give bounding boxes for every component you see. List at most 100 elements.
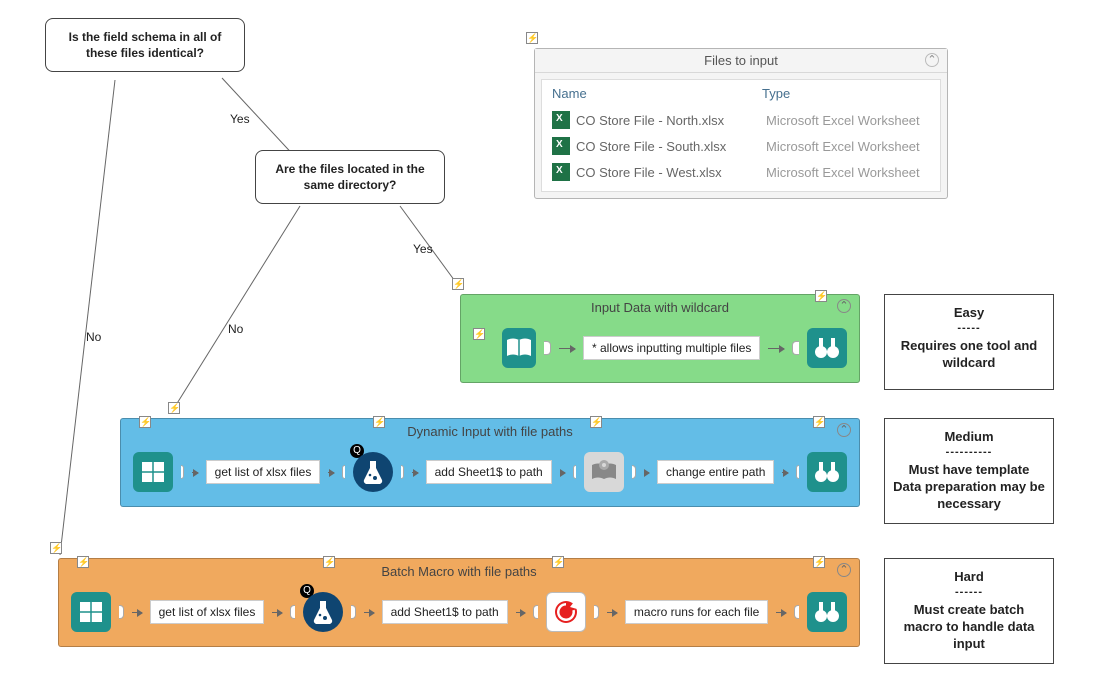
book-open-icon <box>503 332 535 364</box>
connector <box>644 472 650 473</box>
connector <box>768 348 784 349</box>
collapse-icon[interactable]: ⌃ <box>925 53 939 67</box>
bolt-icon <box>813 556 825 568</box>
file-name: CO Store File - North.xlsx <box>576 113 766 128</box>
batch-macro-tool[interactable] <box>546 592 586 632</box>
bolt-icon <box>50 542 62 554</box>
output-anchor[interactable] <box>401 465 404 479</box>
comment-chip: * allows inputting multiple files <box>583 336 760 360</box>
card-easy-level: Easy <box>893 305 1045 320</box>
card-medium-level: Medium <box>893 429 1045 444</box>
decision-directory: Are the files located in the same direct… <box>255 150 445 204</box>
output-anchor[interactable] <box>119 605 124 619</box>
bolt-icon <box>526 32 538 44</box>
bolt-icon <box>815 290 827 302</box>
divider: ----- <box>893 322 1045 334</box>
browse-tool[interactable] <box>807 592 847 632</box>
bolt-icon <box>590 416 602 428</box>
collapse-icon[interactable]: ⌃ <box>837 563 851 577</box>
connector <box>272 612 282 613</box>
edge-yes-2: Yes <box>413 242 433 256</box>
method-hard-title: Batch Macro with file paths <box>381 564 536 579</box>
connector <box>412 472 418 473</box>
input-anchor[interactable] <box>794 605 799 619</box>
decision-schema-text: Is the field schema in all of these file… <box>69 30 222 60</box>
flask-icon <box>357 456 389 488</box>
directory-tool[interactable] <box>133 452 173 492</box>
input-anchor[interactable] <box>573 465 576 479</box>
bolt-icon <box>77 556 89 568</box>
output-anchor[interactable] <box>181 465 184 479</box>
col-name[interactable]: Name <box>552 86 762 101</box>
edge-no-2: No <box>228 322 243 336</box>
bolt-icon <box>552 556 564 568</box>
output-anchor[interactable] <box>594 605 599 619</box>
input-data-tool[interactable] <box>502 328 537 368</box>
decision-directory-text: Are the files located in the same direct… <box>275 162 424 192</box>
decision-schema: Is the field schema in all of these file… <box>45 18 245 72</box>
directory-icon <box>75 596 107 628</box>
binoculars-icon <box>811 332 843 364</box>
comment-chip: get list of xlsx files <box>206 460 321 484</box>
input-anchor[interactable] <box>342 465 345 479</box>
comment-chip: macro runs for each file <box>625 600 768 624</box>
refresh-icon <box>550 596 582 628</box>
method-easy-title: Input Data with wildcard <box>591 300 729 315</box>
collapse-icon[interactable]: ⌃ <box>837 299 851 313</box>
method-hard: Batch Macro with file paths ⌃ get list o… <box>58 558 860 647</box>
edge-yes-1: Yes <box>230 112 250 126</box>
formula-tool[interactable] <box>303 592 343 632</box>
bolt-icon <box>452 278 464 290</box>
connector <box>516 612 526 613</box>
method-medium: Dynamic Input with file paths ⌃ get list… <box>120 418 860 507</box>
dynamic-input-tool[interactable] <box>584 452 624 492</box>
output-anchor[interactable] <box>351 605 356 619</box>
file-row[interactable]: CO Store File - North.xlsx Microsoft Exc… <box>542 107 940 133</box>
file-type: Microsoft Excel Worksheet <box>766 165 930 180</box>
directory-tool[interactable] <box>71 592 111 632</box>
file-row[interactable]: CO Store File - South.xlsx Microsoft Exc… <box>542 133 940 159</box>
output-anchor[interactable] <box>544 341 551 355</box>
comment-chip: add Sheet1$ to path <box>426 460 552 484</box>
input-anchor[interactable] <box>792 341 799 355</box>
files-panel-title: Files to input <box>704 53 778 68</box>
card-hard-desc: Must create batch macro to handle data i… <box>893 602 1045 653</box>
file-name: CO Store File - South.xlsx <box>576 139 766 154</box>
connector <box>560 472 566 473</box>
connector <box>132 612 142 613</box>
input-anchor[interactable] <box>796 465 799 479</box>
browse-tool[interactable] <box>807 328 847 368</box>
browse-tool[interactable] <box>807 452 847 492</box>
collapse-icon[interactable]: ⌃ <box>837 423 851 437</box>
binoculars-icon <box>811 456 843 488</box>
excel-icon <box>552 111 570 129</box>
input-anchor[interactable] <box>533 605 538 619</box>
file-row[interactable]: CO Store File - West.xlsx Microsoft Exce… <box>542 159 940 185</box>
bolt-icon <box>373 416 385 428</box>
comment-chip: add Sheet1$ to path <box>382 600 508 624</box>
connector <box>559 348 575 349</box>
card-easy-desc: Requires one tool and wildcard <box>893 338 1045 372</box>
connector <box>782 472 788 473</box>
output-anchor[interactable] <box>632 465 635 479</box>
excel-icon <box>552 163 570 181</box>
card-hard: Hard ------ Must create batch macro to h… <box>884 558 1054 664</box>
bolt-icon <box>813 416 825 428</box>
card-medium-desc: Must have template Data preparation may … <box>893 462 1045 513</box>
flask-icon <box>307 596 339 628</box>
col-type[interactable]: Type <box>762 86 930 101</box>
method-easy: Input Data with wildcard ⌃ * allows inpu… <box>460 294 860 383</box>
connector <box>364 612 374 613</box>
connector <box>776 612 786 613</box>
excel-icon <box>552 137 570 155</box>
card-medium: Medium ---------- Must have template Dat… <box>884 418 1054 524</box>
edge-no-1: No <box>86 330 101 344</box>
file-name: CO Store File - West.xlsx <box>576 165 766 180</box>
comment-chip: get list of xlsx files <box>150 600 265 624</box>
files-panel: Files to input ⌃ Name Type CO Store File… <box>534 48 948 199</box>
formula-tool[interactable] <box>353 452 393 492</box>
connector <box>607 612 617 613</box>
input-anchor[interactable] <box>290 605 295 619</box>
directory-icon <box>137 456 169 488</box>
method-medium-title: Dynamic Input with file paths <box>407 424 572 439</box>
